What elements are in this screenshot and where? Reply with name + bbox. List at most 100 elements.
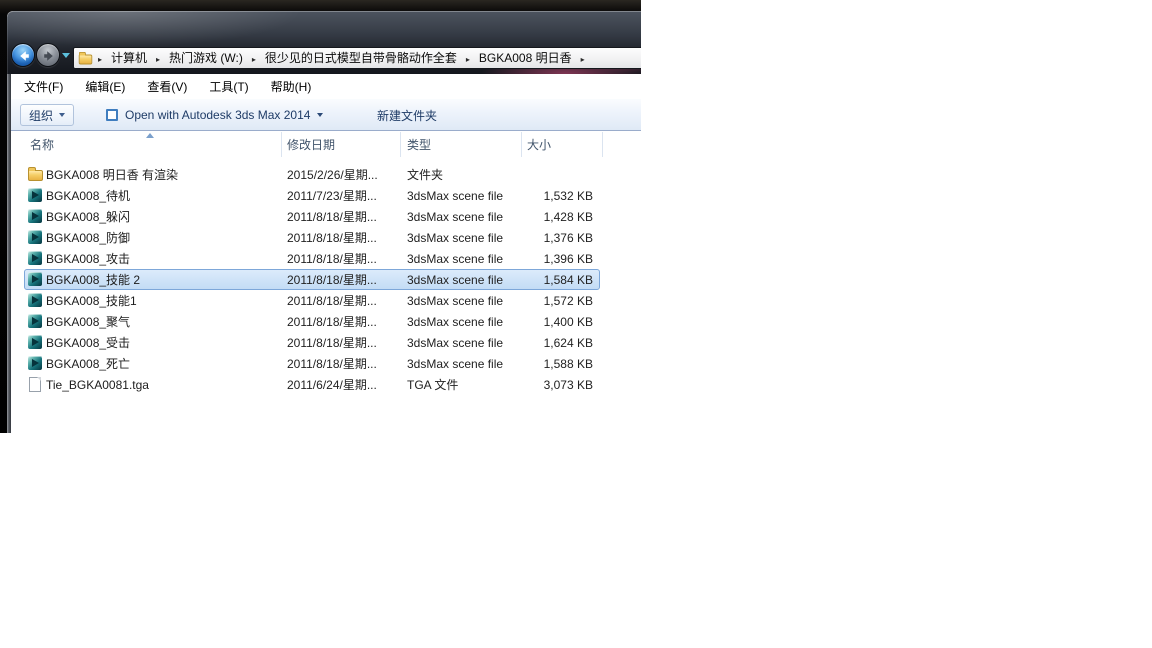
file-date-modified: 2011/8/18/星期... [287,231,377,245]
column-header-name[interactable]: 名称 [30,131,54,158]
folder-icon [27,166,43,182]
file-type: 3dsMax scene file [407,293,504,308]
breadcrumb-separator-icon[interactable]: ▸ [576,55,590,64]
file-size: 1,396 KB [543,251,593,266]
new-folder-button[interactable]: 新建文件夹 [371,104,443,126]
file-date-modified: 2011/8/18/星期... [287,336,377,350]
back-button[interactable] [11,43,35,67]
file-row[interactable]: BGKA008_待机 2011/7/23/星期... 3dsMax scene fi… [11,185,641,206]
max-file-icon [27,313,43,329]
open-with-3dsmax-button[interactable]: Open with Autodesk 3ds Max 2014 [100,104,329,126]
sort-ascending-icon [146,133,154,138]
max-file-icon [27,229,43,245]
recent-pages-dropdown[interactable] [62,53,70,58]
menu-item[interactable]: 文件(F) [24,78,63,95]
column-separator[interactable] [400,132,401,157]
column-separator[interactable] [281,132,282,157]
file-name: BGKA008_躲闪 [46,210,131,224]
file-row[interactable]: BGKA008_聚气 2011/8/18/星期... 3dsMax scene fi… [11,311,641,332]
breadcrumb: ▸ 计算机 ▸ 热门游戏 (W:) ▸ 很少见的日式模型自带骨骼动作全套 ▸ BGKA008 … [93,49,590,67]
column-header-date[interactable]: 修改日期 [287,131,335,158]
file-type: 3dsMax scene file [407,272,504,287]
column-separator[interactable] [521,132,522,157]
file-type: 3dsMax scene file [407,230,504,245]
file-name: BGKA008_技能 2 [46,273,141,287]
file-date-modified: 2011/8/18/星期... [287,357,377,371]
file-row[interactable]: BGKA008_死亡 2011/8/18/星期... 3dsMax scene fi… [11,353,641,374]
menu-bar: 文件(F) 编辑(E) 查看(V) 工具(T) 帮助(H) [11,74,641,99]
file-type: 3dsMax scene file [407,209,504,224]
open-with-label: Open with Autodesk 3ds Max 2014 [125,108,311,122]
breadcrumb-item[interactable]: 计算机 [107,51,151,65]
file-size: 1,532 KB [543,188,593,203]
file-row[interactable]: BGKA008_攻击 2011/8/18/星期... 3dsMax scene fi… [11,248,641,269]
forward-button[interactable] [36,43,60,67]
address-folder-icon [78,51,93,64]
file-name: BGKA008_待机 [46,189,131,203]
file-date-modified: 2015/2/26/星期... [287,168,378,182]
breadcrumb-item[interactable]: 热门游戏 (W:) [165,51,247,65]
file-size: 1,376 KB [543,230,593,245]
file-size: 1,572 KB [543,293,593,308]
column-header-size[interactable]: 大小 [527,131,551,158]
file-list-pane: 名称 修改日期 类型 大小 BGKA008 明日香 有渲染 2015/2/26/星… [11,131,641,433]
max-file-icon [27,355,43,371]
menu-item[interactable]: 工具(T) [209,78,248,95]
file-size: 3,073 KB [543,377,593,392]
breadcrumb-item[interactable]: BGKA008 明日香 [475,51,576,65]
chevron-down-icon [317,113,324,117]
file-size: 1,428 KB [543,209,593,224]
file-row[interactable]: BGKA008_受击 2011/8/18/星期... 3dsMax scene fi… [11,332,641,353]
address-bar[interactable]: ▸ 计算机 ▸ 热门游戏 (W:) ▸ 很少见的日式模型自带骨骼动作全套 ▸ BGKA008 … [73,47,641,69]
column-separator[interactable] [602,132,603,157]
file-name: BGKA008_受击 [46,336,131,350]
explorer-window: ▸ 计算机 ▸ 热门游戏 (W:) ▸ 很少见的日式模型自带骨骼动作全套 ▸ BGKA008 … [7,11,641,433]
file-name: BGKA008_技能1 [46,294,137,308]
file-type: 3dsMax scene file [407,314,504,329]
menu-item[interactable]: 查看(V) [147,78,187,95]
file-row[interactable]: BGKA008_躲闪 2011/8/18/星期... 3dsMax scene fi… [11,206,641,227]
background-app-region: ▸ 计算机 ▸ 热门游戏 (W:) ▸ 很少见的日式模型自带骨骼动作全套 ▸ BGKA008 … [0,0,641,433]
file-date-modified: 2011/8/18/星期... [287,210,377,224]
max-file-icon [27,271,43,287]
max-file-icon [27,187,43,203]
column-headers: 名称 修改日期 类型 大小 [11,131,641,158]
file-row[interactable]: BGKA008_技能 2 2011/8/18/星期... 3dsMax scene … [11,269,641,290]
max-file-icon [27,250,43,266]
file-type: 3dsMax scene file [407,356,504,371]
breadcrumb-separator-icon[interactable]: ▸ [461,55,475,64]
column-header-type[interactable]: 类型 [407,131,431,158]
file-row[interactable]: Tie_BGKA0081.tga 2011/6/24/星期... TGA 文件 3,0… [11,374,641,395]
file-rows: BGKA008 明日香 有渲染 2015/2/26/星期... 文件夹 BGKA008… [11,164,641,395]
file-type: 文件夹 [407,168,444,182]
file-date-modified: 2011/8/18/星期... [287,273,377,287]
max-file-icon [27,208,43,224]
breadcrumb-separator-icon[interactable]: ▸ [247,55,261,64]
organize-button[interactable]: 组织 [20,104,75,126]
chevron-down-icon [59,113,66,117]
file-date-modified: 2011/7/23/星期... [287,189,377,203]
file-size [521,164,602,185]
file-name: BGKA008 明日香 有渲染 [46,168,179,182]
max-file-icon [27,334,43,350]
3dsmax-app-icon [106,109,118,121]
max-file-icon [27,292,43,308]
screen: ▸ 计算机 ▸ 热门游戏 (W:) ▸ 很少见的日式模型自带骨骼动作全套 ▸ BGKA008 … [0,0,1152,648]
file-type: TGA 文件 [407,378,459,392]
file-row[interactable]: BGKA008_技能1 2011/8/18/星期... 3dsMax scene f… [11,290,641,311]
title-bar: ▸ 计算机 ▸ 热门游戏 (W:) ▸ 很少见的日式模型自带骨骼动作全套 ▸ BGKA008 … [7,11,641,74]
file-row[interactable]: BGKA008 明日香 有渲染 2015/2/26/星期... 文件夹 [11,164,641,185]
file-type: 3dsMax scene file [407,251,504,266]
file-row[interactable]: BGKA008_防御 2011/8/18/星期... 3dsMax scene fi… [11,227,641,248]
file-date-modified: 2011/8/18/星期... [287,294,377,308]
menu-item[interactable]: 编辑(E) [85,78,125,95]
file-date-modified: 2011/6/24/星期... [287,378,377,392]
new-folder-label: 新建文件夹 [377,108,438,123]
toolbar: 组织 Open with Autodesk 3ds Max 2014 新建文件夹 [11,99,641,131]
organize-label: 组织 [29,108,54,123]
breadcrumb-separator-icon[interactable]: ▸ [93,55,107,64]
menu-item[interactable]: 帮助(H) [271,78,312,95]
breadcrumb-item[interactable]: 很少见的日式模型自带骨骼动作全套 [261,51,461,65]
file-size: 1,400 KB [543,314,593,329]
breadcrumb-separator-icon[interactable]: ▸ [151,55,165,64]
